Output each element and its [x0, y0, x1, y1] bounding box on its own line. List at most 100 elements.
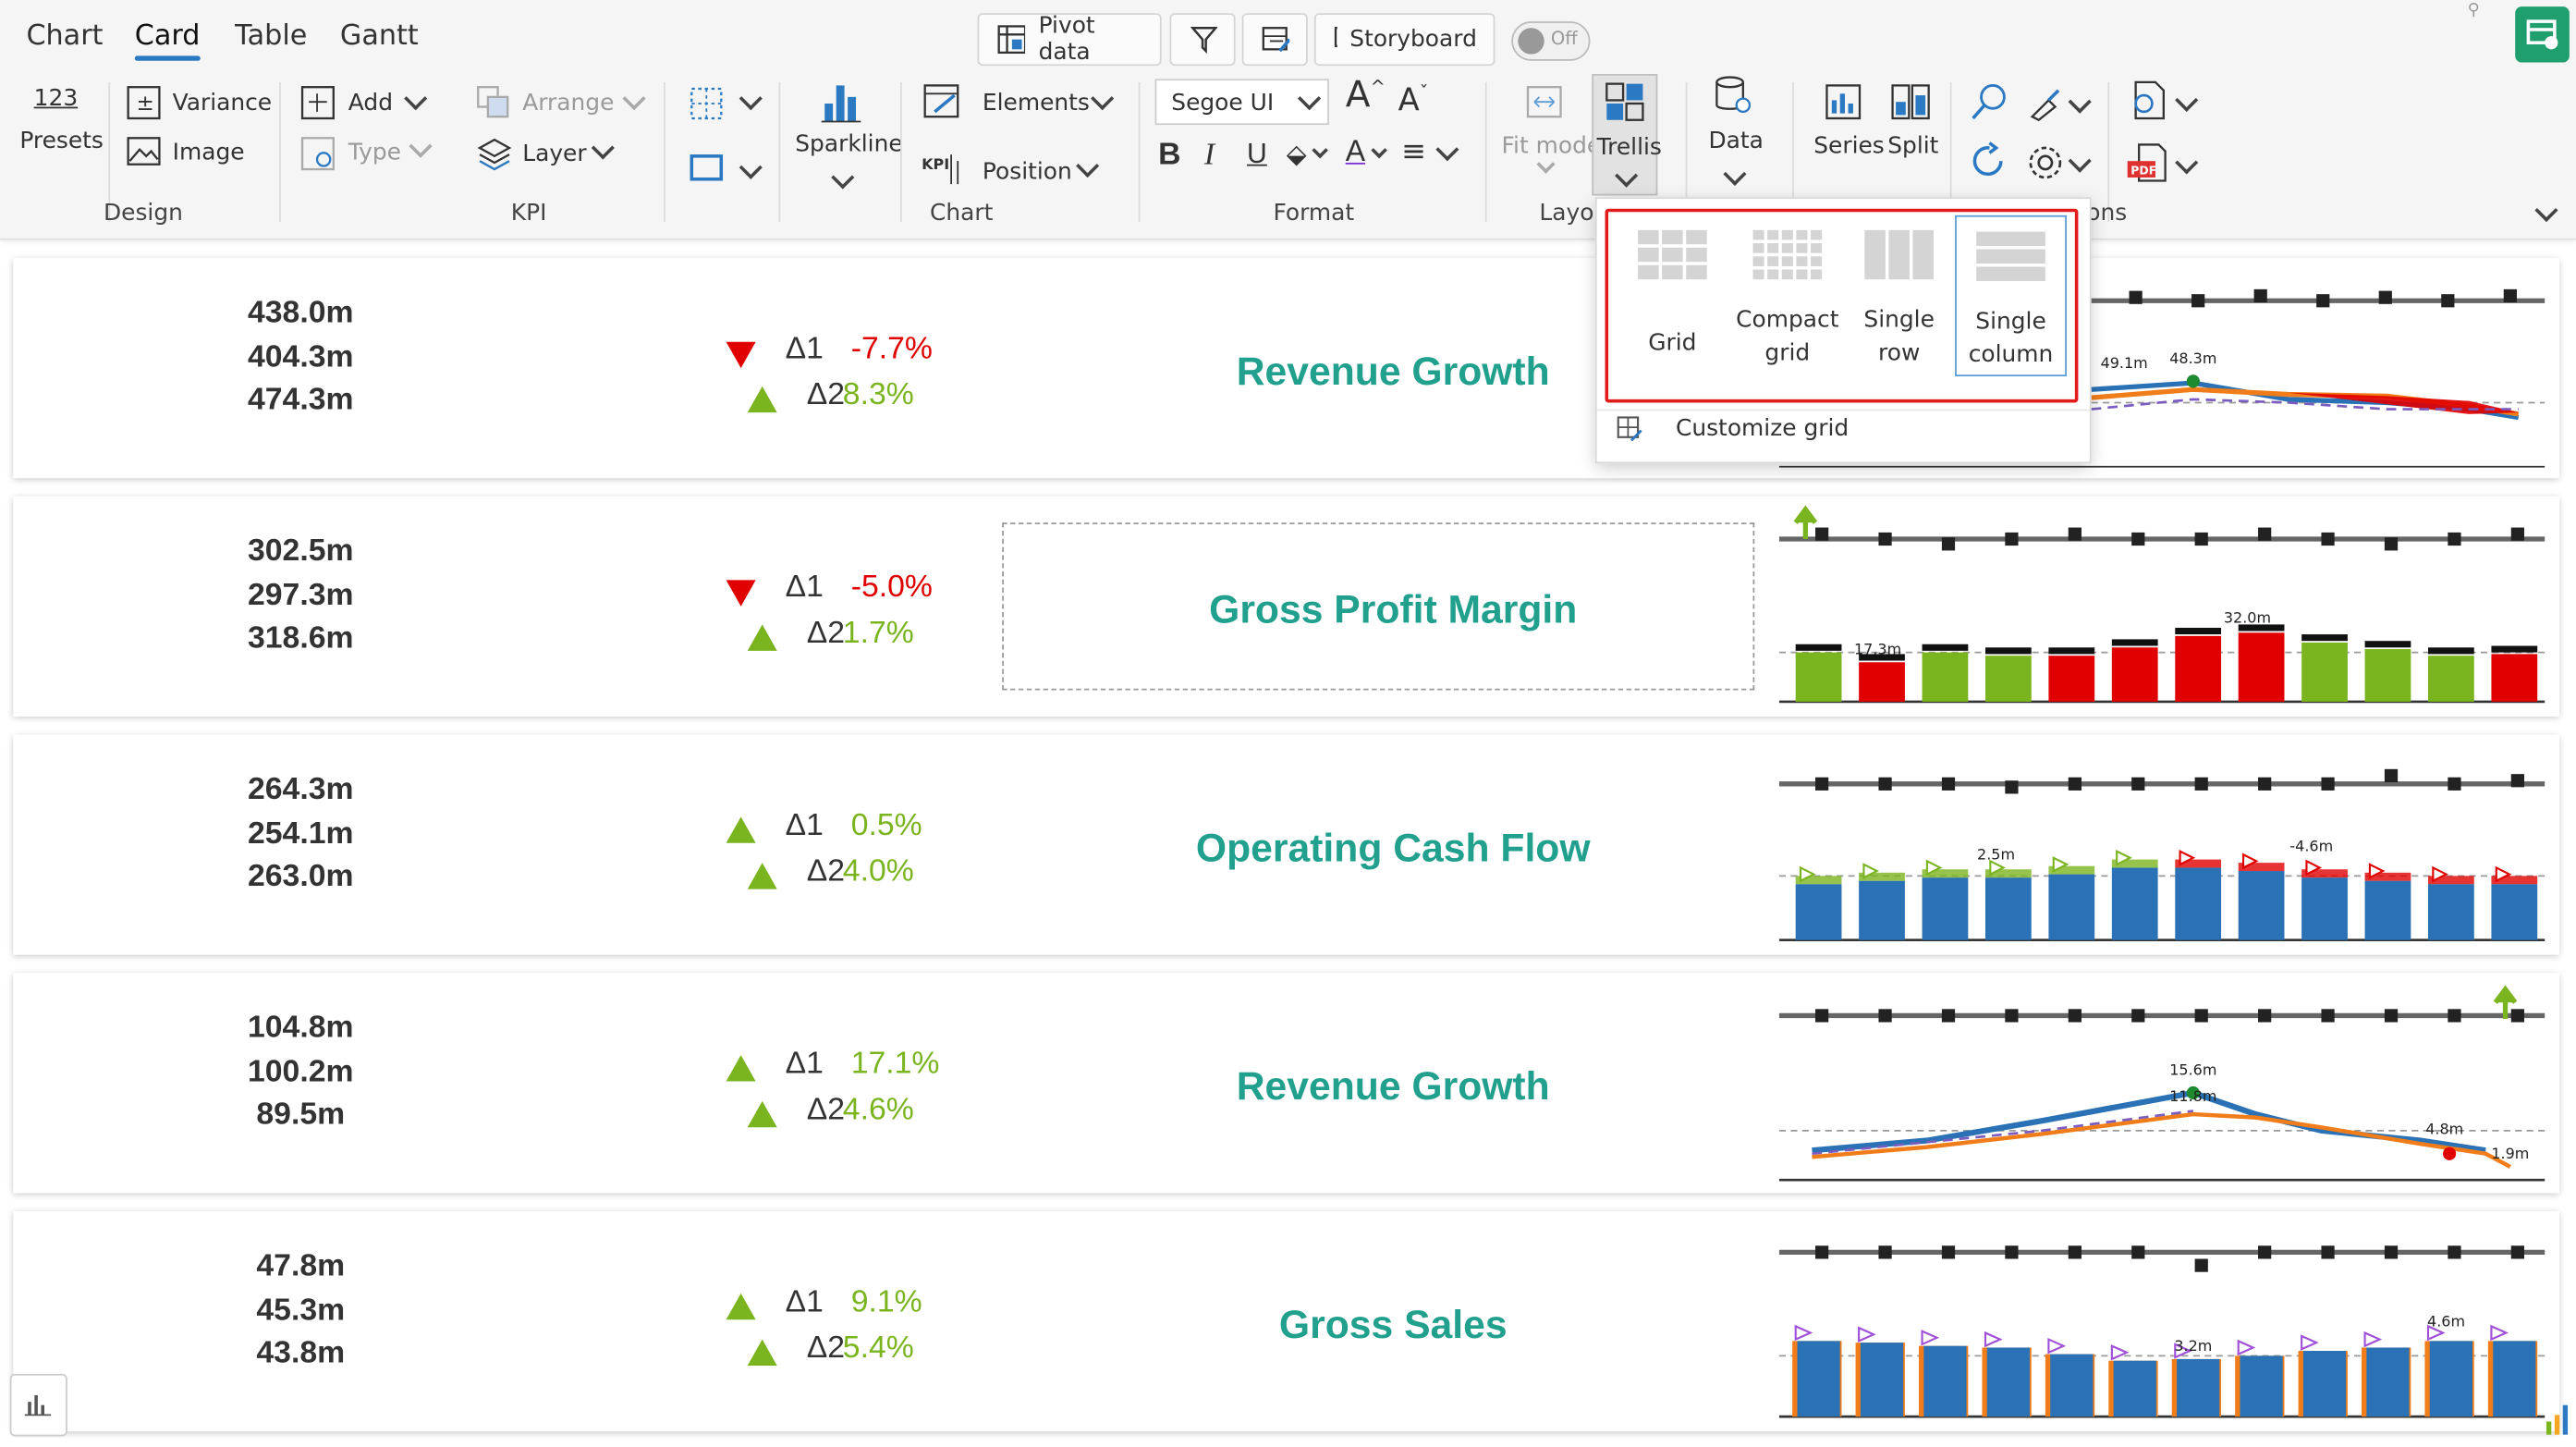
- chevron-down-icon[interactable]: [1435, 138, 1459, 162]
- export-settings-icon[interactable]: [2126, 79, 2168, 121]
- tab-table[interactable]: Table: [235, 19, 307, 53]
- trellis-option-grid[interactable]: Grid: [1618, 215, 1727, 380]
- chevron-down-icon[interactable]: [2068, 90, 2092, 114]
- underline-icon[interactable]: U: [1247, 138, 1267, 171]
- add-button[interactable]: Add: [348, 91, 393, 116]
- split-button[interactable]: Split: [1887, 133, 1938, 159]
- sparkline-chart: 17.3m 32.0m: [1778, 505, 2545, 704]
- position-button[interactable]: Position: [983, 159, 1072, 185]
- chevron-down-icon[interactable]: [739, 87, 763, 111]
- kpi-value-1: 47.8m: [256, 1248, 346, 1284]
- trellis-option-label: Single column: [1968, 309, 2054, 369]
- dot-marker: [2131, 777, 2145, 791]
- kpi-values: 47.8m 45.3m 43.8m: [177, 1245, 424, 1376]
- card-title[interactable]: Revenue Growth: [1019, 1065, 1767, 1111]
- app-badge-icon[interactable]: [2515, 6, 2570, 63]
- divider: [1596, 409, 2090, 411]
- series-button[interactable]: Series: [1813, 133, 1885, 159]
- font-color-icon[interactable]: A: [1346, 135, 1365, 169]
- card-title[interactable]: Gross Sales: [1019, 1303, 1767, 1349]
- sparkline-button[interactable]: Sparkline: [795, 131, 902, 157]
- chevron-down-icon[interactable]: [2068, 149, 2092, 173]
- arrange-button[interactable]: Arrange: [522, 91, 614, 116]
- customize-grid-item[interactable]: Customize grid: [1676, 416, 1849, 442]
- variance-button[interactable]: Variance: [173, 91, 273, 116]
- data-label: 1.9m: [2491, 1145, 2529, 1162]
- presets-button[interactable]: 123 Presets: [19, 85, 104, 154]
- view-options-button[interactable]: [9, 1373, 67, 1437]
- storyboard-icon: [1334, 27, 1337, 47]
- group-layout-label: Layo: [1539, 200, 1594, 227]
- fill-color-icon[interactable]: ⬙: [1287, 138, 1307, 169]
- pivot-data-button[interactable]: Pivot data: [977, 13, 1162, 67]
- dot-marker: [2321, 777, 2335, 791]
- chevron-down-icon[interactable]: [2175, 151, 2199, 175]
- data-button[interactable]: Data: [1708, 129, 1763, 154]
- type-button[interactable]: Type: [348, 140, 401, 166]
- card-title[interactable]: Operating Cash Flow: [1019, 827, 1767, 873]
- tab-card[interactable]: Card: [134, 19, 200, 61]
- toggle-switch[interactable]: Off: [1511, 21, 1591, 61]
- align-icon[interactable]: ≡: [1401, 135, 1426, 169]
- dot-marker: [2068, 527, 2082, 541]
- chart-view-icon: [24, 1395, 52, 1416]
- kpi-value-3: 474.3m: [247, 383, 354, 418]
- chevron-down-icon[interactable]: [1076, 153, 1100, 178]
- toggle-knob: [1518, 28, 1544, 55]
- bar: [2491, 654, 2538, 702]
- collapse-ribbon-icon[interactable]: [2534, 198, 2558, 223]
- font-select-value: Segoe UI: [1171, 90, 1275, 117]
- target-marker: [2427, 647, 2474, 655]
- marker-triangle: [2490, 1324, 2509, 1342]
- mini-chart-icon: [2545, 1404, 2569, 1435]
- trellis-option-compact-grid[interactable]: Compact grid: [1733, 215, 1841, 380]
- edit-table-button[interactable]: [1241, 13, 1308, 67]
- storyboard-button[interactable]: Storyboard: [1313, 13, 1496, 67]
- tab-chart[interactable]: Chart: [26, 19, 103, 53]
- italic-icon[interactable]: I: [1204, 138, 1215, 174]
- chevron-down-icon[interactable]: [1091, 87, 1115, 111]
- kpi-value-3: 263.0m: [247, 859, 354, 894]
- bold-icon[interactable]: B: [1158, 138, 1180, 174]
- group-chart-label: Chart: [930, 200, 994, 227]
- trellis-option-label: Compact grid: [1736, 307, 1839, 367]
- chevron-down-icon[interactable]: [591, 136, 615, 160]
- chevron-down-icon[interactable]: [409, 134, 433, 158]
- chevron-down-icon[interactable]: [2175, 88, 2199, 112]
- font-shrink-icon[interactable]: Aˇ: [1398, 82, 1429, 119]
- layer-button[interactable]: Layer: [522, 141, 586, 167]
- font-select[interactable]: Segoe UI: [1154, 79, 1329, 126]
- trellis-button[interactable]: Trellis: [1592, 73, 1662, 196]
- kpi-values: 104.8m 100.2m 89.5m: [177, 1008, 424, 1138]
- filter-button[interactable]: [1169, 13, 1236, 67]
- pin-icon[interactable]: ⚲: [2468, 2, 2480, 20]
- chevron-down-icon[interactable]: [1371, 141, 1387, 159]
- trellis-icon: [1605, 82, 1644, 121]
- paint-brush-icon[interactable]: [2026, 84, 2066, 124]
- trellis-option-single-column[interactable]: Single column: [1955, 215, 2067, 377]
- layout-cell: [1811, 269, 1823, 280]
- border-icon[interactable]: [689, 153, 725, 186]
- chevron-down-icon[interactable]: [831, 166, 855, 190]
- fit-mode-button[interactable]: Fit mode: [1502, 133, 1602, 159]
- tab-gantt[interactable]: Gantt: [340, 19, 419, 53]
- delta-d2: Δ2 4.6%: [744, 1093, 974, 1135]
- settings-gear-icon[interactable]: [2026, 143, 2066, 183]
- elements-button[interactable]: Elements: [983, 91, 1090, 116]
- select-area-icon[interactable]: [689, 85, 725, 121]
- chevron-down-icon[interactable]: [739, 155, 763, 179]
- bar: [2111, 867, 2158, 940]
- chevron-down-icon[interactable]: [404, 87, 428, 111]
- delta-label: Δ1: [785, 332, 824, 367]
- arrow-up-icon: [726, 1055, 756, 1082]
- search-icon[interactable]: [1970, 82, 2009, 122]
- refresh-icon[interactable]: [1970, 141, 2009, 181]
- chevron-down-icon[interactable]: [1723, 162, 1747, 186]
- delta-d1: Δ1 17.1%: [723, 1047, 953, 1089]
- chevron-down-icon[interactable]: [1312, 141, 1328, 159]
- pdf-icon[interactable]: PDF: [2126, 141, 2168, 184]
- trellis-option-single-row[interactable]: Single row: [1845, 215, 1953, 380]
- chevron-down-icon[interactable]: [622, 87, 646, 111]
- image-button[interactable]: Image: [173, 140, 245, 166]
- font-grow-icon[interactable]: A^: [1346, 76, 1386, 116]
